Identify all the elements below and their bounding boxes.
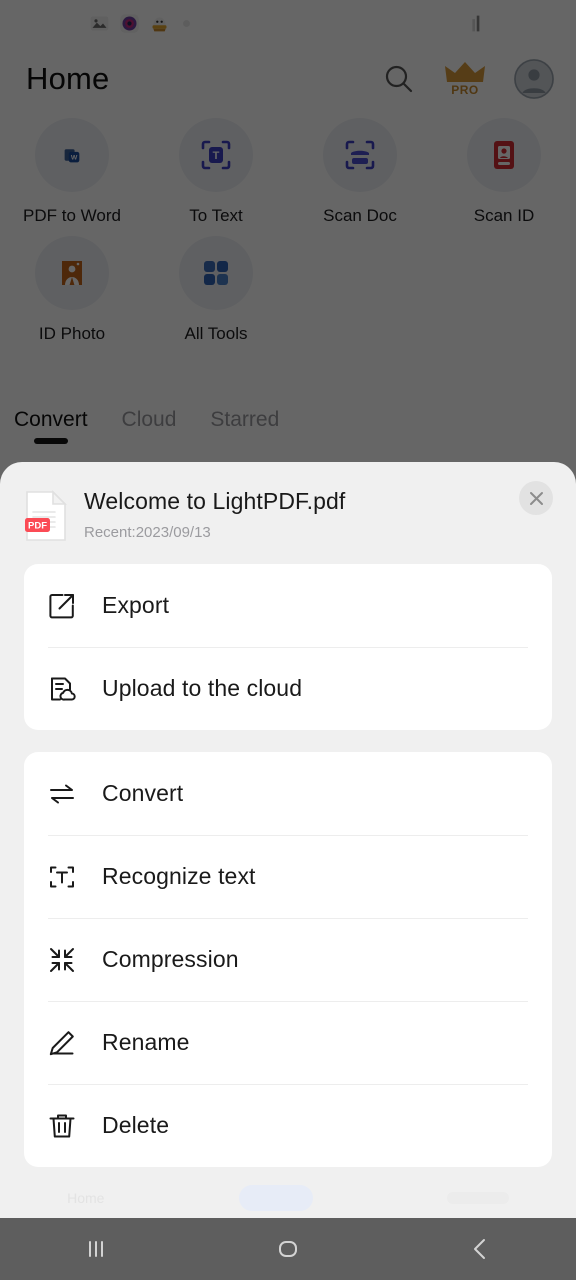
menu-item-label: Upload to the cloud [102, 675, 303, 701]
menu-item-label: Export [102, 592, 170, 618]
home-button[interactable] [243, 1218, 333, 1280]
ghost-pill [446, 1192, 509, 1204]
recents-button[interactable] [51, 1218, 141, 1280]
menu-item-delete[interactable]: Delete [48, 1084, 528, 1167]
close-button[interactable] [519, 481, 553, 515]
recognize-text-icon [50, 866, 74, 887]
file-name: Welcome to LightPDF.pdf [84, 488, 346, 514]
menu-item-convert[interactable]: Convert [48, 752, 528, 835]
upload-cloud-icon [51, 677, 76, 701]
menu-item-label: Rename [102, 1029, 190, 1055]
back-icon [474, 1239, 485, 1259]
svg-text:PDF: PDF [28, 521, 47, 532]
ghost-fab [238, 1185, 313, 1211]
ghost-home-label: Home [67, 1190, 105, 1206]
recents-icon [89, 1241, 103, 1257]
file-actions-bottom-sheet: PDF Welcome to LightPDF.pdf Recent:2023/… [0, 462, 576, 1218]
menu-item-upload-to-cloud[interactable]: Upload to the cloud [48, 647, 528, 730]
file-subtitle: Recent:2023/09/13 [84, 524, 211, 541]
menu-item-export[interactable]: Export [48, 564, 528, 647]
export-icon [49, 593, 74, 618]
menu-item-label: Compression [102, 946, 239, 972]
rename-pencil-icon [49, 1030, 74, 1055]
back-button[interactable] [435, 1218, 525, 1280]
menu-item-rename[interactable]: Rename [48, 1001, 528, 1084]
menu-item-compression[interactable]: Compression [48, 918, 528, 1001]
action-group-edit: Convert Recognize text Compression Renam… [24, 752, 552, 1167]
close-icon [529, 491, 543, 505]
sheet-header: PDF Welcome to LightPDF.pdf Recent:2023/… [24, 462, 553, 542]
convert-icon [50, 784, 74, 803]
menu-item-recognize-text[interactable]: Recognize text [48, 835, 528, 918]
system-navigation-bar [0, 1218, 576, 1280]
menu-item-label: Delete [102, 1112, 170, 1138]
home-icon [279, 1241, 297, 1257]
menu-item-label: Convert [102, 780, 184, 806]
menu-item-label: Recognize text [102, 863, 256, 889]
phone-screen: W PDF to Word T To Text [0, 0, 576, 1280]
action-group-file: Export Upload to the cloud [24, 564, 552, 730]
file-meta: Welcome to LightPDF.pdf Recent:2023/09/1… [84, 486, 552, 541]
sheet-ghost-underlay: Home [0, 1178, 576, 1218]
pdf-file-icon: PDF [25, 490, 67, 541]
compression-icon [50, 947, 74, 972]
delete-trash-icon [49, 1114, 75, 1137]
